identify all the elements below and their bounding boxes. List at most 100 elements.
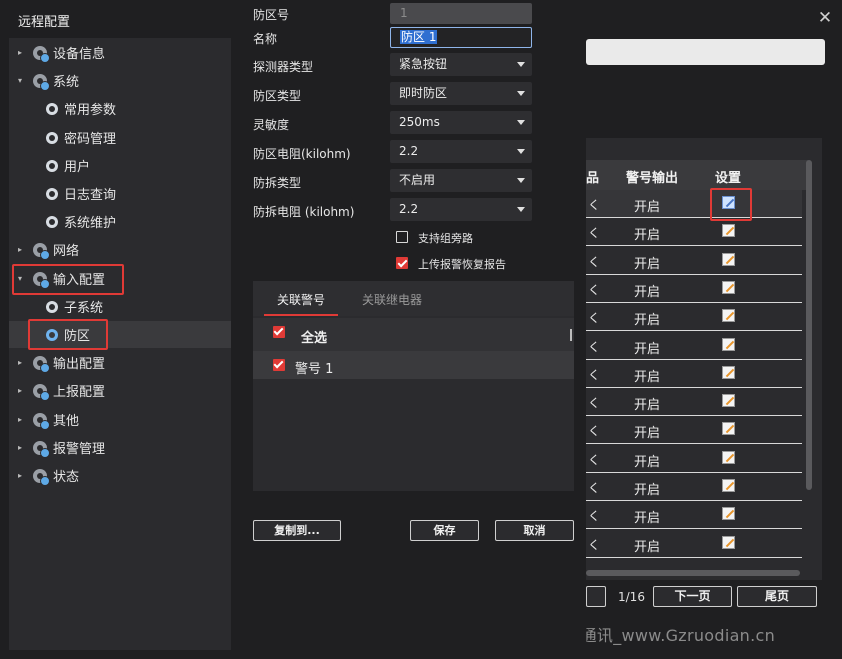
- sidebar-item[interactable]: ▸ 报警管理: [9, 434, 231, 461]
- sidebar-item-label: 设备信息: [53, 47, 106, 62]
- name-value: 防区 1: [400, 30, 438, 44]
- sidebar-item-label: 系统: [53, 75, 80, 90]
- truncated-cell: く: [588, 283, 601, 297]
- truncated-cell: く: [588, 198, 601, 212]
- table-hscrollbar[interactable]: [586, 570, 800, 576]
- siren-1-checkbox[interactable]: [273, 359, 285, 371]
- detector-type-select[interactable]: 紧急按钮: [390, 53, 532, 76]
- sidebar-item[interactable]: ▾ 输入配置: [9, 265, 231, 292]
- sidebar-item[interactable]: 用户: [9, 152, 231, 179]
- chevron-right-icon[interactable]: ▸: [13, 471, 27, 480]
- column-resize-handle[interactable]: [570, 329, 572, 341]
- table-row[interactable]: く 开启: [586, 388, 802, 416]
- edit-icon[interactable]: [722, 394, 735, 407]
- truncated-cell: く: [588, 538, 601, 552]
- sidebar-item-label: 其他: [53, 414, 80, 429]
- edit-icon[interactable]: [722, 309, 735, 322]
- table-row[interactable]: く 开启: [586, 275, 802, 303]
- chevron-down-icon[interactable]: ▾: [13, 274, 27, 283]
- sidebar-item[interactable]: 子系统: [9, 293, 231, 320]
- truncated-cell: く: [588, 424, 601, 438]
- table-row[interactable]: く 开启: [586, 190, 802, 218]
- select-all-checkbox[interactable]: [273, 326, 285, 338]
- chevron-right-icon[interactable]: ▸: [13, 358, 27, 367]
- close-icon[interactable]: ✕: [816, 9, 834, 27]
- tab-linked-relay[interactable]: 关联继电器: [362, 291, 422, 308]
- truncated-cell: く: [588, 311, 601, 325]
- edit-icon[interactable]: [722, 281, 735, 294]
- sidebar-item[interactable]: ▸ 网络: [9, 236, 231, 263]
- siren-output-cell: 开启: [634, 426, 661, 441]
- table-row[interactable]: く 开启: [586, 416, 802, 444]
- name-field[interactable]: 防区 1: [390, 27, 532, 48]
- sidebar-item[interactable]: 常用参数: [9, 95, 231, 122]
- copy-to-button[interactable]: 复制到...: [253, 520, 341, 541]
- upload-restore-checkbox[interactable]: [396, 257, 408, 269]
- last-page-button[interactable]: 尾页: [737, 586, 817, 607]
- chevron-right-icon[interactable]: ▸: [13, 443, 27, 452]
- table-row[interactable]: く 开启: [586, 332, 802, 360]
- sidebar-item[interactable]: 系统维护: [9, 208, 231, 235]
- zone-type-label: 防区类型: [253, 89, 302, 103]
- chevron-right-icon[interactable]: ▸: [13, 48, 27, 57]
- gear-icon: [33, 45, 50, 63]
- tamper-type-select[interactable]: 不启用: [390, 169, 532, 192]
- chevron-right-icon[interactable]: ▸: [13, 386, 27, 395]
- zone-resistance-select[interactable]: 2.2: [390, 140, 532, 163]
- table-row[interactable]: く 开启: [586, 360, 802, 388]
- search-input[interactable]: [586, 39, 825, 65]
- truncated-cell: く: [588, 509, 601, 523]
- edit-icon[interactable]: [722, 451, 735, 464]
- table-row[interactable]: く 开启: [586, 473, 802, 501]
- edit-icon[interactable]: [722, 253, 735, 266]
- tab-linked-siren[interactable]: 关联警号: [277, 291, 325, 308]
- edit-icon[interactable]: [722, 366, 735, 379]
- next-page-button[interactable]: 下一页: [653, 586, 732, 607]
- gear-icon: [33, 271, 50, 289]
- edit-icon[interactable]: [722, 479, 735, 492]
- edit-icon[interactable]: [722, 338, 735, 351]
- table-row[interactable]: く 开启: [586, 218, 802, 246]
- chevron-right-icon[interactable]: ▸: [13, 415, 27, 424]
- chevron-right-icon[interactable]: ▸: [13, 245, 27, 254]
- sidebar-item[interactable]: ▸ 输出配置: [9, 349, 231, 376]
- sidebar-item[interactable]: 防区: [9, 321, 231, 348]
- detector-type-label: 探测器类型: [253, 60, 314, 74]
- cancel-button[interactable]: 取消: [495, 520, 574, 541]
- table-vscrollbar[interactable]: [806, 160, 812, 490]
- table-row[interactable]: く 开启: [586, 501, 802, 529]
- edit-icon[interactable]: [722, 507, 735, 520]
- table-row[interactable]: く 开启: [586, 530, 802, 558]
- bypass-group-checkbox[interactable]: [396, 231, 408, 243]
- siren-output-cell: 开启: [634, 483, 661, 498]
- edit-icon[interactable]: [722, 224, 735, 237]
- edit-icon[interactable]: [722, 422, 735, 435]
- gear-icon: [46, 300, 58, 313]
- save-button[interactable]: 保存: [410, 520, 479, 541]
- sidebar-item[interactable]: ▸ 上报配置: [9, 377, 231, 404]
- sidebar-item[interactable]: ▸ 其他: [9, 406, 231, 433]
- sidebar-item-label: 系统维护: [64, 216, 117, 231]
- column-settings: 设置: [715, 171, 742, 186]
- table-row[interactable]: く 开启: [586, 445, 802, 473]
- page-jump-input[interactable]: [586, 586, 606, 607]
- sidebar-item[interactable]: 日志查询: [9, 180, 231, 207]
- edit-icon[interactable]: [722, 196, 735, 209]
- siren-output-cell: 开启: [634, 540, 661, 555]
- siren-output-cell: 开启: [634, 285, 661, 300]
- gear-icon: [33, 355, 50, 373]
- table-row[interactable]: く 开启: [586, 303, 802, 331]
- table-row[interactable]: く 开启: [586, 247, 802, 275]
- siren-output-cell: 开启: [634, 342, 661, 357]
- chevron-down-icon[interactable]: ▾: [13, 76, 27, 85]
- sensitivity-select[interactable]: 250ms: [390, 111, 532, 134]
- tamper-resistance-select[interactable]: 2.2: [390, 198, 532, 221]
- sidebar-item[interactable]: ▾ 系统: [9, 67, 231, 94]
- siren-output-cell: 开启: [634, 200, 661, 215]
- zone-type-select[interactable]: 即时防区: [390, 82, 532, 105]
- edit-icon[interactable]: [722, 536, 735, 549]
- sidebar-item[interactable]: ▸ 设备信息: [9, 39, 231, 66]
- detector-type-value: 紧急按钮: [399, 57, 448, 71]
- sidebar-item[interactable]: ▸ 状态: [9, 462, 231, 489]
- sidebar-item[interactable]: 密码管理: [9, 124, 231, 151]
